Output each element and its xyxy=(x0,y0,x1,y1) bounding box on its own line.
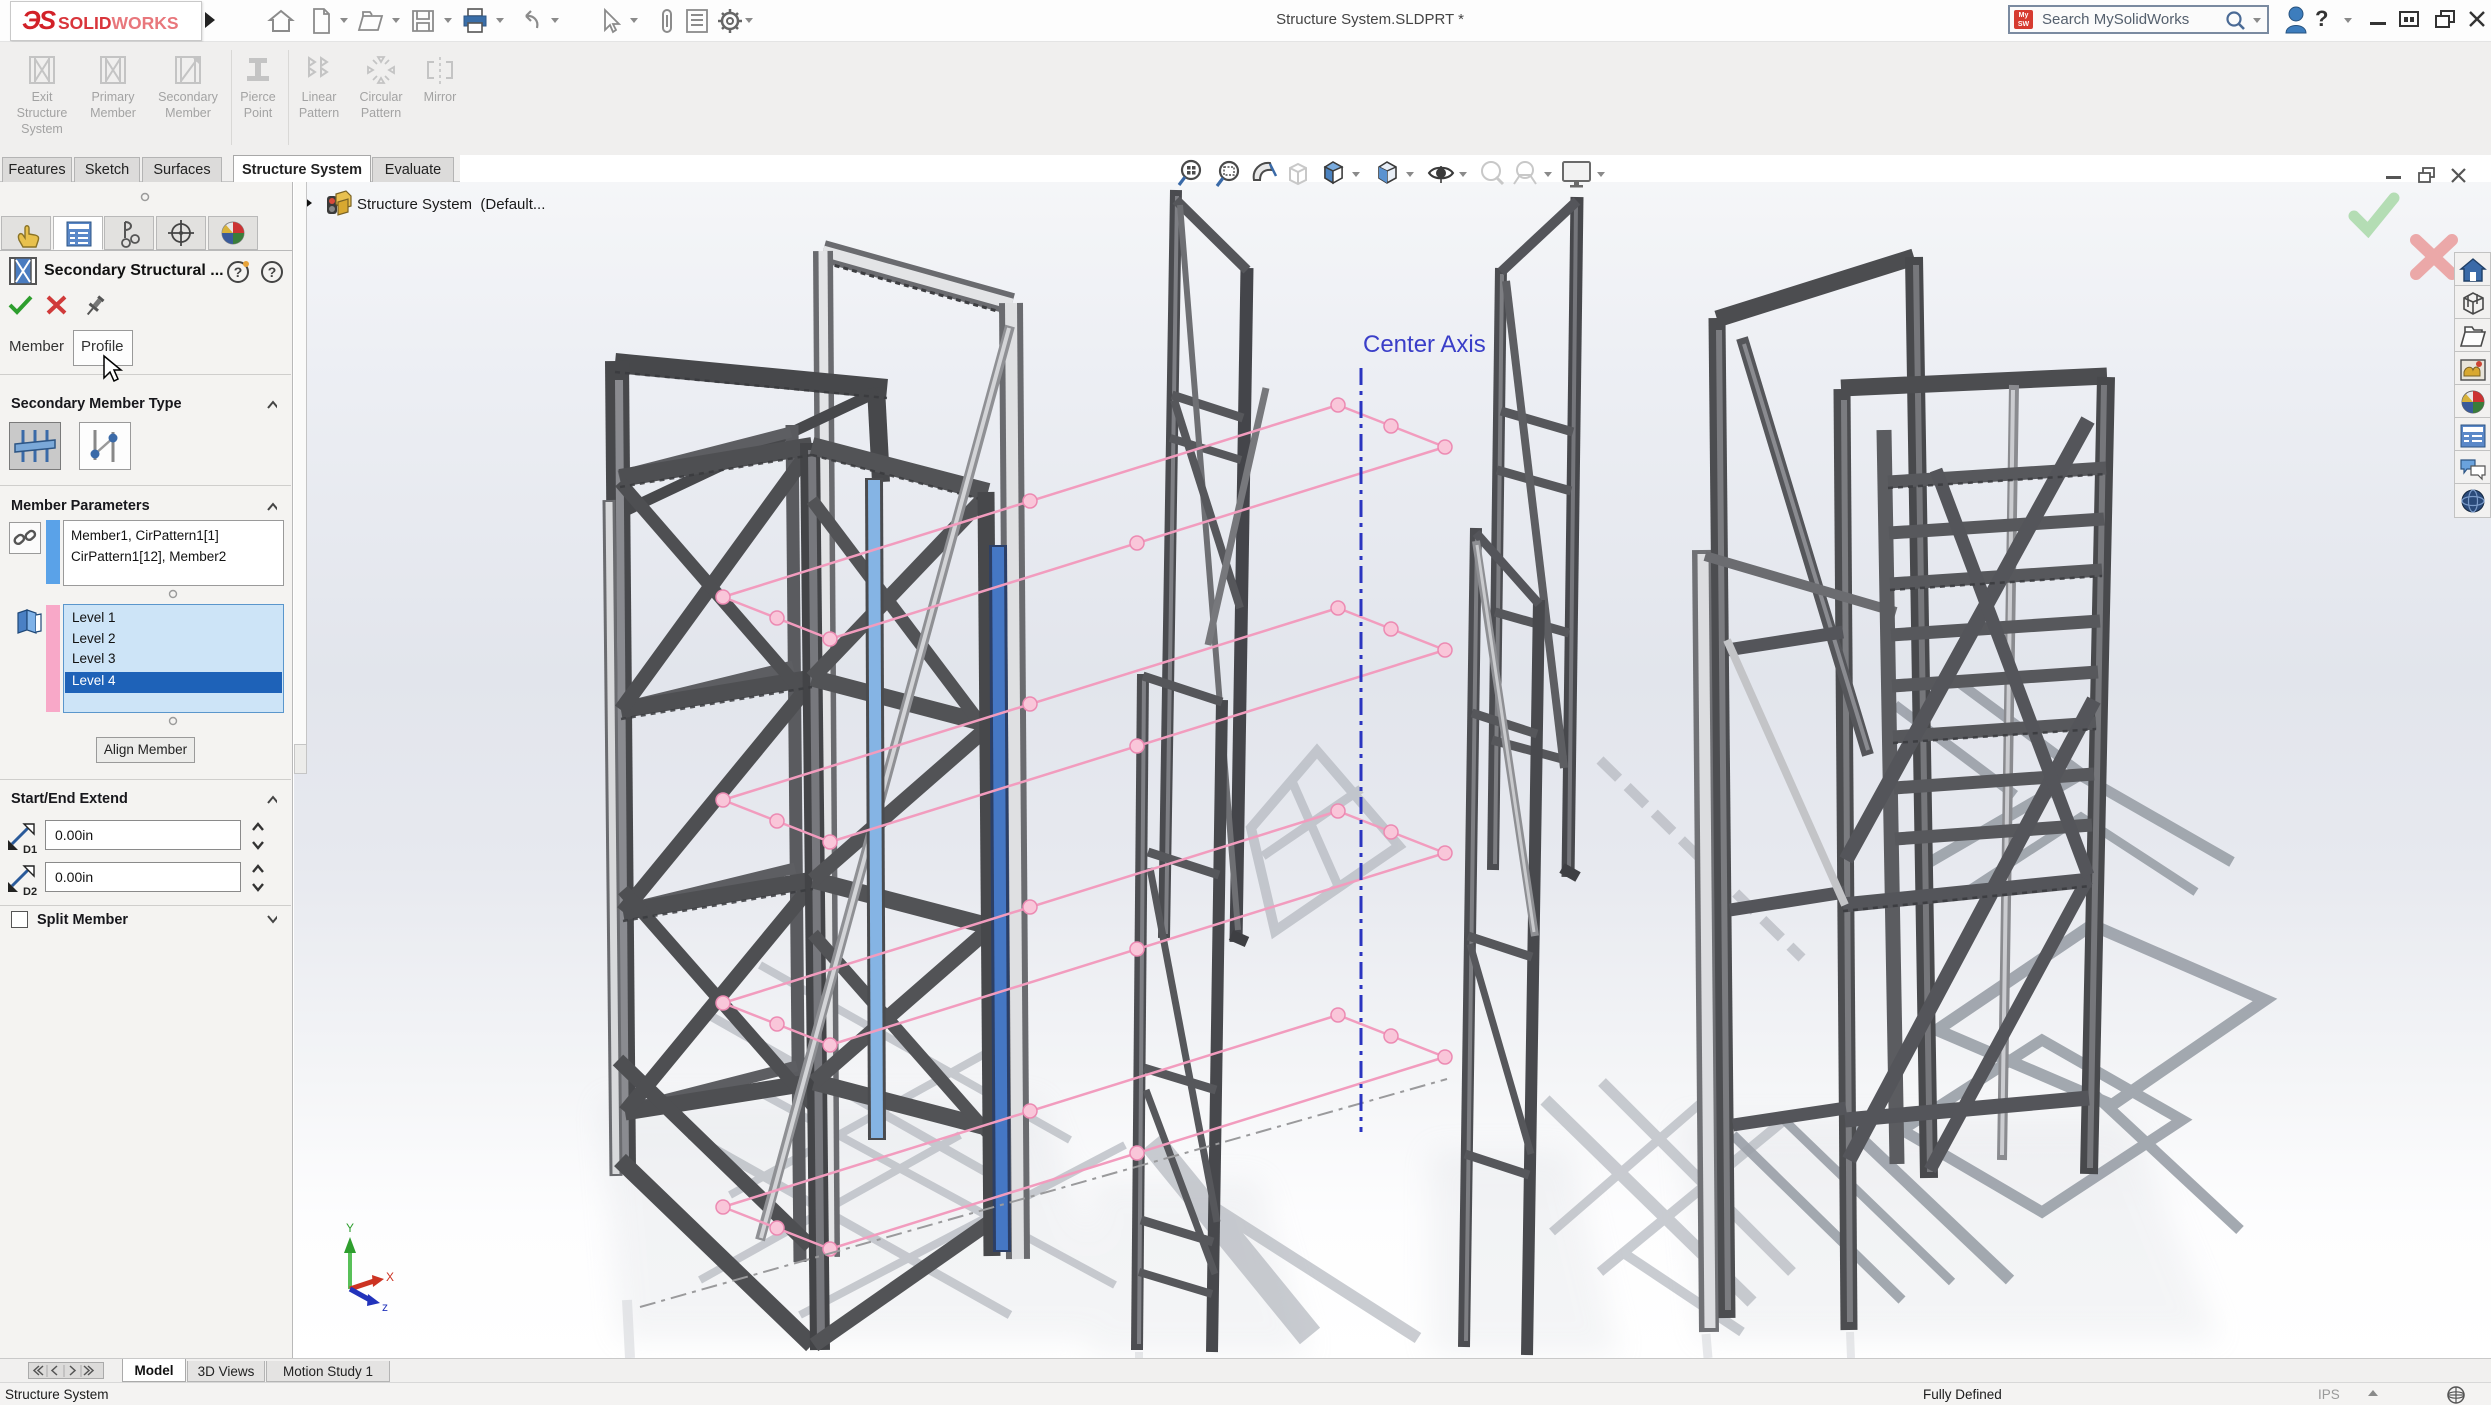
svg-text:?: ? xyxy=(268,264,277,280)
svg-text:?: ? xyxy=(234,264,243,280)
svg-text:z: z xyxy=(382,1300,388,1314)
svg-text:Y: Y xyxy=(346,1221,354,1235)
svg-text:Center Axis: Center Axis xyxy=(1363,331,1486,358)
svg-text:X: X xyxy=(386,1270,394,1284)
svg-text:D2: D2 xyxy=(23,886,37,898)
svg-text:D1: D1 xyxy=(23,844,37,856)
